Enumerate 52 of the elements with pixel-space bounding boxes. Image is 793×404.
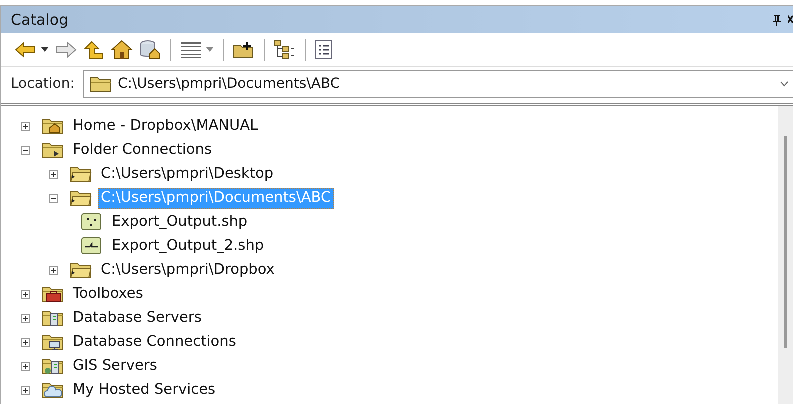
tree-item[interactable]: C:\Users\pmpri\Dropbox: [98, 260, 278, 280]
location-field[interactable]: C:\Users\pmpri\Documents\ABC: [82, 70, 793, 98]
cloud-icon: [42, 381, 64, 399]
expand-icon[interactable]: [21, 338, 30, 346]
expand-icon[interactable]: [21, 362, 30, 370]
tree-item[interactable]: Folder Connections: [70, 140, 216, 160]
folder-icon: [70, 189, 92, 207]
folder-icon: [42, 141, 64, 159]
home-icon[interactable]: [111, 40, 133, 60]
tree-item[interactable]: C:\Users\pmpri\Desktop: [98, 164, 277, 184]
server-icon: [42, 357, 64, 375]
home-folder-icon: [42, 117, 64, 135]
table-view-icon[interactable]: [180, 40, 202, 58]
expand-icon[interactable]: [21, 290, 30, 298]
server-icon: [42, 309, 64, 327]
tree-item[interactable]: Export_Output_2.shp: [109, 236, 268, 256]
expand-icon[interactable]: [49, 170, 58, 178]
forward-arrow-icon[interactable]: [55, 40, 77, 58]
window-title: Catalog: [11, 10, 69, 28]
point-layer-icon: [81, 213, 103, 231]
collapse-icon[interactable]: [49, 194, 58, 202]
add-folder-icon[interactable]: [233, 40, 255, 58]
scrollbar[interactable]: [778, 106, 793, 404]
pin-icon[interactable]: [772, 14, 782, 26]
up-arrow-icon[interactable]: [83, 40, 105, 60]
folder-icon: [70, 261, 92, 279]
close-icon[interactable]: [788, 15, 793, 24]
tree-item[interactable]: Database Connections: [70, 332, 240, 352]
tree-item[interactable]: Export_Output.shp: [109, 212, 251, 232]
location-label: Location:: [11, 76, 75, 92]
expand-icon[interactable]: [49, 266, 58, 274]
caret-icon[interactable]: [41, 47, 49, 52]
tree-item[interactable]: Database Servers: [70, 308, 205, 328]
tree-item[interactable]: Home - Dropbox\MANUAL: [70, 116, 262, 136]
collapse-icon[interactable]: [21, 146, 30, 154]
expand-icon[interactable]: [21, 122, 30, 130]
list-icon[interactable]: [315, 40, 333, 60]
folder-icon: [70, 165, 92, 183]
scrollbar-thumb[interactable]: [784, 136, 787, 348]
tree-view-icon[interactable]: [274, 40, 296, 60]
line-layer-icon: [81, 237, 103, 255]
back-arrow-icon[interactable]: [15, 40, 37, 58]
chevron-down-icon[interactable]: [780, 81, 789, 87]
folder-icon: [90, 76, 112, 92]
computer-icon: [42, 333, 64, 351]
tree-item[interactable]: GIS Servers: [70, 356, 160, 376]
tree-item[interactable]: Toolboxes: [70, 284, 146, 304]
database-home-icon[interactable]: [139, 40, 161, 60]
toolbox-icon: [42, 285, 64, 303]
expand-icon[interactable]: [21, 314, 30, 322]
tree-item[interactable]: My Hosted Services: [70, 380, 219, 400]
expand-icon[interactable]: [21, 386, 30, 394]
